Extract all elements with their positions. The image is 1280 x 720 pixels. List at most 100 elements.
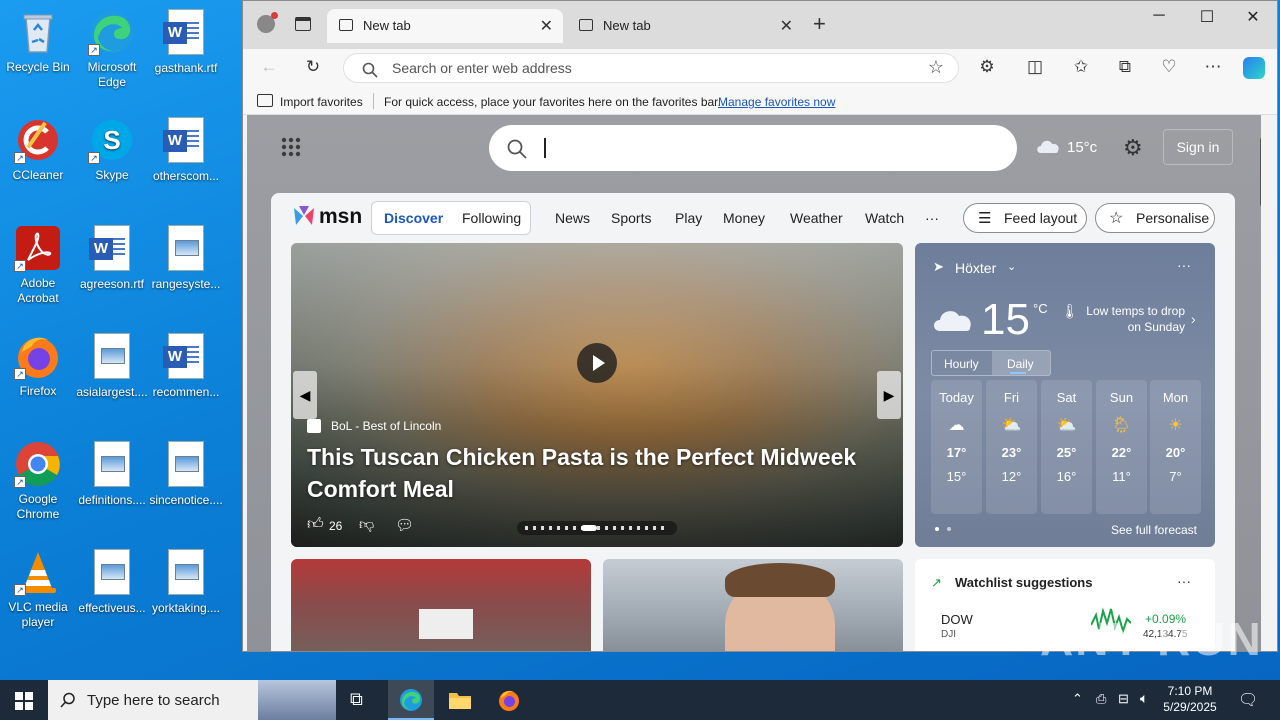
chevron-down-icon[interactable]: ⌄ xyxy=(1007,260,1016,273)
personalise-button[interactable]: ☆ Personalise xyxy=(1095,203,1215,233)
maximize-button[interactable]: ☐ xyxy=(1185,7,1229,27)
feed-layout-button[interactable]: ☰ Feed layout xyxy=(963,203,1087,233)
desktop-icon-definitions[interactable]: definitions.... xyxy=(74,440,150,508)
apps-grid-icon[interactable] xyxy=(281,137,301,157)
desktop-icon-sincenotice[interactable]: sincenotice.... xyxy=(148,440,224,508)
network-icon[interactable]: ⊟ xyxy=(1118,691,1129,707)
carousel-next-button[interactable]: ▶ xyxy=(877,371,901,419)
desktop-icon-vlc[interactable]: ↗ VLC media player xyxy=(0,548,76,630)
pager-dot[interactable] xyxy=(935,527,939,531)
desktop-icon-skype[interactable]: S ↗ Skype xyxy=(74,116,150,183)
back-icon[interactable]: ← xyxy=(257,57,281,77)
forecast-day-sat[interactable]: Sat ⛅ 25° 16° xyxy=(1041,380,1092,514)
nav-more-button[interactable]: ··· xyxy=(925,210,939,226)
pager-dot[interactable] xyxy=(947,527,951,531)
chevron-right-icon[interactable]: › xyxy=(1191,311,1196,327)
page-scrollbar[interactable] xyxy=(1259,133,1261,651)
toggle-hourly[interactable]: Hourly xyxy=(944,357,979,371)
sign-in-button[interactable]: Sign in xyxy=(1163,129,1233,165)
taskbar-file-explorer-button[interactable] xyxy=(436,680,482,720)
watchlist-title[interactable]: Watchlist suggestions xyxy=(955,575,1092,590)
toggle-daily[interactable]: Daily xyxy=(1007,357,1034,371)
task-view-icon[interactable]: ⧉ xyxy=(350,689,363,710)
weather-unit[interactable]: °C xyxy=(1033,301,1048,316)
watchlist-more-icon[interactable]: ··· xyxy=(1177,573,1191,589)
news-card-protest[interactable] xyxy=(291,559,591,651)
desktop-icon-recycle-bin[interactable]: Recycle Bin xyxy=(0,8,76,75)
windows-start-icon[interactable] xyxy=(15,692,33,710)
desktop-icon-otherscom[interactable]: W otherscom... xyxy=(148,116,224,184)
news-card-person[interactable] xyxy=(603,559,903,651)
nav-sports[interactable]: Sports xyxy=(611,210,651,226)
refresh-icon[interactable]: ↻ xyxy=(301,57,325,77)
like-icon[interactable]: 👍︎ xyxy=(307,515,324,534)
import-favorites-link[interactable]: Import favorites xyxy=(280,95,363,109)
stock-symbol[interactable]: DOW xyxy=(941,612,973,627)
forecast-day-fri[interactable]: Fri ⛅ 23° 12° xyxy=(986,380,1037,514)
carousel-dots[interactable] xyxy=(517,521,677,535)
header-temperature[interactable]: 15°c xyxy=(1067,139,1097,156)
volume-icon[interactable]: 🔈︎ xyxy=(1140,690,1148,707)
weather-alert[interactable]: Low temps to drop on Sunday xyxy=(1075,303,1185,335)
play-video-button[interactable] xyxy=(577,343,617,383)
nav-play[interactable]: Play xyxy=(675,210,702,226)
nav-news[interactable]: News xyxy=(555,210,590,226)
desktop-icon-agreeson[interactable]: W agreeson.rtf xyxy=(74,224,150,292)
desktop-icon-ccleaner[interactable]: ↗ CCleaner xyxy=(0,116,76,183)
taskbar-search-box[interactable]: Type here to search xyxy=(48,680,336,720)
tab-following[interactable]: Following xyxy=(462,210,521,226)
desktop-icon-gasthank[interactable]: W gasthank.rtf xyxy=(148,8,224,76)
scrollbar-thumb[interactable] xyxy=(1260,137,1261,207)
forecast-day-mon[interactable]: Mon ☀ 20° 7° xyxy=(1150,380,1201,514)
notifications-icon[interactable]: 🗨︎ xyxy=(1238,690,1258,710)
see-full-forecast-link[interactable]: See full forecast xyxy=(1093,523,1197,537)
settings-gear-icon[interactable]: ⚙ xyxy=(1123,135,1143,161)
comment-icon[interactable]: 💬︎ xyxy=(395,516,414,534)
new-tab-button[interactable]: + xyxy=(813,11,826,37)
favorites-icon[interactable]: ✩ xyxy=(1069,57,1093,77)
desktop-icon-yorktaking[interactable]: yorktaking.... xyxy=(148,548,224,616)
tab-discover[interactable]: Discover xyxy=(384,210,443,226)
forecast-day-today[interactable]: Today ☁ 17° 15° xyxy=(931,380,982,514)
hero-headline[interactable]: This Tuscan Chicken Pasta is the Perfect… xyxy=(307,441,856,505)
nav-money[interactable]: Money xyxy=(723,210,765,226)
address-input[interactable]: Search or enter web address ☆ xyxy=(343,53,959,83)
desktop-icon-effectiveus[interactable]: effectiveus... xyxy=(74,548,150,616)
nav-weather[interactable]: Weather xyxy=(790,210,843,226)
taskbar-clock[interactable]: 7:10 PM 5/29/2025 xyxy=(1156,683,1224,715)
msn-logo[interactable]: msn xyxy=(319,205,362,229)
tab-new-tab-active[interactable]: New tab ✕ xyxy=(327,9,563,43)
dislike-icon[interactable]: 👎︎ xyxy=(359,516,374,534)
copilot-icon[interactable] xyxy=(1243,57,1265,79)
split-screen-icon[interactable]: ◫ xyxy=(1023,57,1047,77)
hero-card[interactable]: ◀ ▶ BoL - Best of Lincoln This Tuscan Ch… xyxy=(291,243,903,547)
hero-source[interactable]: BoL - Best of Lincoln xyxy=(331,419,441,433)
desktop-icon-google-chrome[interactable]: ↗ Google Chrome xyxy=(0,440,76,522)
forecast-day-sun[interactable]: Sun 🌦︎ 22° 11° xyxy=(1096,380,1147,514)
close-window-button[interactable]: ✕ xyxy=(1231,7,1275,27)
desktop-icon-asialargest[interactable]: asialargest.... xyxy=(74,332,150,400)
more-menu-icon[interactable]: ⋯ xyxy=(1201,57,1225,77)
desktop-icon-recommen[interactable]: W recommen... xyxy=(148,332,224,400)
desktop-icon-rangesyste[interactable]: rangesyste... xyxy=(148,224,224,292)
chevron-up-icon[interactable]: ⌃ xyxy=(1072,691,1083,707)
desktop-icon-microsoft-edge[interactable]: ↗ Microsoft Edge xyxy=(74,8,150,90)
desktop-icon-firefox[interactable]: ↗ Firefox xyxy=(0,332,76,399)
taskbar-edge-button[interactable] xyxy=(388,680,434,720)
taskbar-firefox-button[interactable] xyxy=(486,680,532,720)
performance-icon[interactable]: ♡ xyxy=(1157,57,1181,77)
manage-favorites-link[interactable]: Manage favorites now xyxy=(718,95,835,109)
weather-more-icon[interactable]: ··· xyxy=(1177,257,1191,273)
device-icon[interactable]: ⎙ xyxy=(1096,691,1106,707)
minimize-button[interactable]: ─ xyxy=(1137,7,1181,25)
tab-actions-icon[interactable] xyxy=(295,17,311,31)
carousel-prev-button[interactable]: ◀ xyxy=(293,371,317,419)
weather-card[interactable]: ➤ Höxter ⌄ ··· 15 °C 🌡︎ Low temps to dro… xyxy=(915,243,1215,547)
page-search-input[interactable] xyxy=(489,125,1017,171)
tab-new-tab[interactable]: New tab ✕ xyxy=(567,9,803,43)
desktop-icon-adobe-acrobat[interactable]: ↗ Adobe Acrobat xyxy=(0,224,76,306)
nav-watch[interactable]: Watch xyxy=(865,210,904,226)
extensions-icon[interactable]: ⚙ xyxy=(975,57,999,77)
favorite-star-icon[interactable]: ☆ xyxy=(928,57,944,78)
close-tab-icon[interactable]: ✕ xyxy=(540,16,553,36)
